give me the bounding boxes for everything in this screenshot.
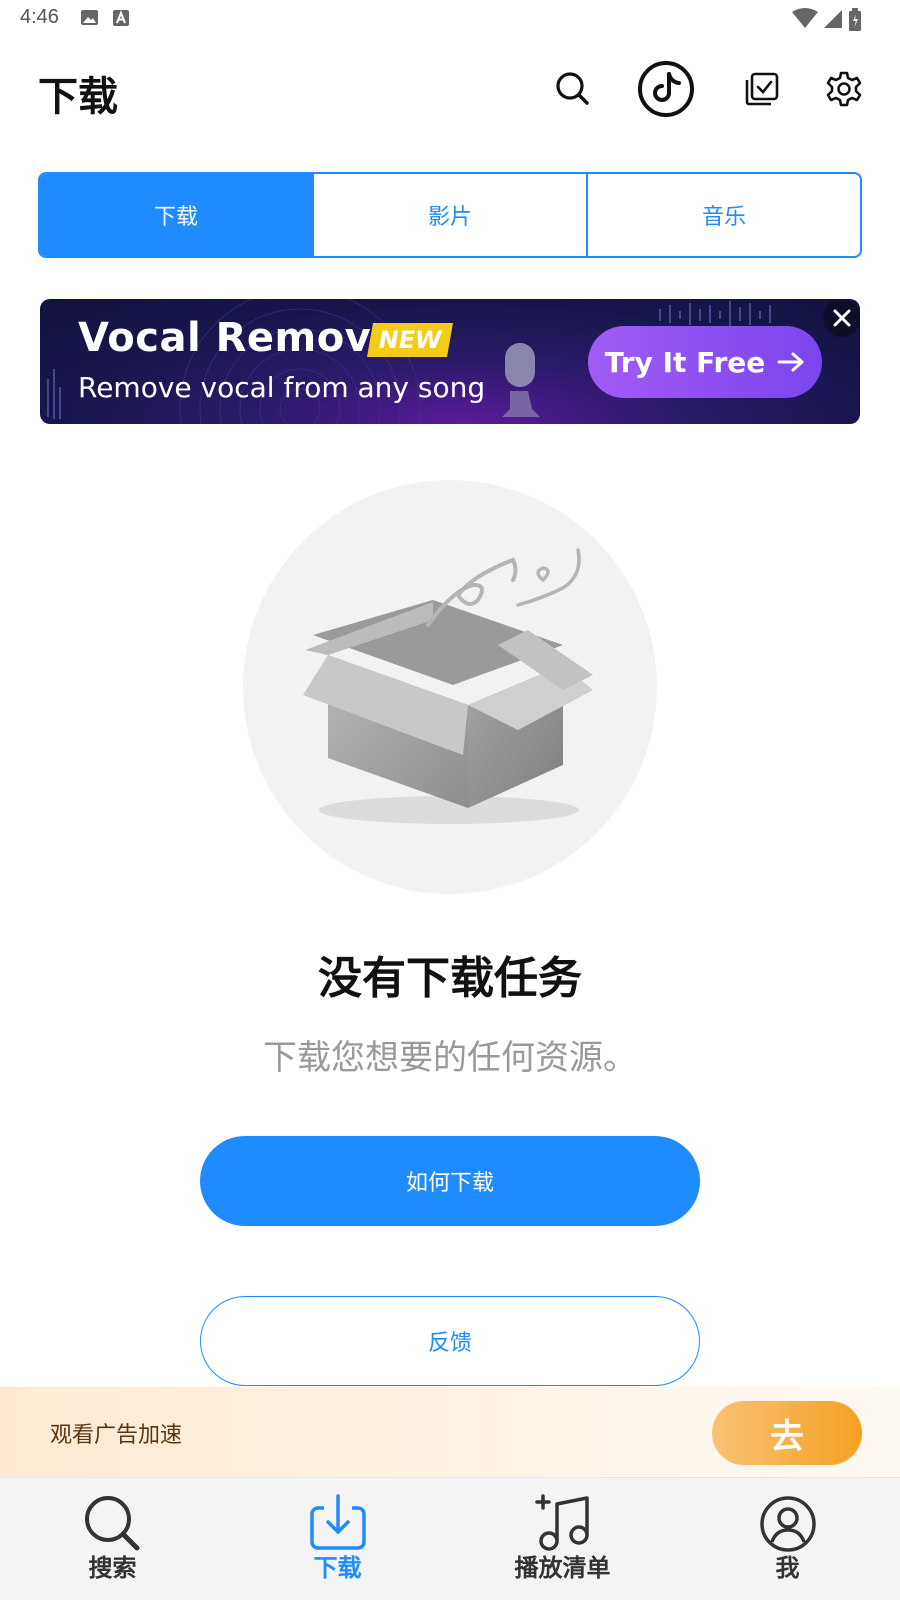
- wifi-icon: [792, 8, 818, 28]
- nav-me-label: 我: [775, 1554, 800, 1582]
- vocal-remover-banner[interactable]: Vocal Remover NEW Remove vocal from any …: [40, 299, 860, 424]
- image-notification-icon: [81, 10, 98, 25]
- multi-select-icon: [745, 72, 779, 106]
- empty-state-title: 没有下载任务: [318, 953, 582, 1004]
- nav-playlist[interactable]: 播放清单: [450, 1478, 675, 1600]
- try-it-free-button[interactable]: Try It Free: [588, 326, 822, 398]
- nav-search[interactable]: 搜索: [0, 1478, 225, 1600]
- profile-icon: [759, 1496, 816, 1552]
- empty-illustration: [243, 480, 657, 894]
- tiktok-button[interactable]: [637, 60, 695, 118]
- playlist-icon: [534, 1494, 589, 1551]
- tiktok-icon: [638, 61, 694, 117]
- close-icon: [833, 309, 851, 327]
- search-icon: [556, 72, 589, 105]
- multi-select-button[interactable]: [735, 62, 789, 116]
- banner-subtitle: Remove vocal from any song: [78, 371, 486, 404]
- nav-playlist-label: 播放清单: [514, 1554, 611, 1582]
- close-banner-button[interactable]: [823, 299, 860, 337]
- feedback-button[interactable]: 反馈: [200, 1296, 700, 1386]
- go-button[interactable]: 去: [712, 1401, 862, 1465]
- open-box-icon: [303, 548, 593, 824]
- signal-icon: [824, 10, 842, 28]
- settings-icon: [826, 71, 862, 107]
- status-time: 4:46: [20, 6, 59, 28]
- bottom-nav: 搜索 下载 播放清单 我: [0, 1477, 900, 1600]
- empty-state-subtitle: 下载您想要的任何资源。: [263, 1038, 637, 1078]
- download-icon: [309, 1494, 366, 1550]
- category-tabs: 下载 影片 音乐: [38, 172, 862, 258]
- page-title: 下载: [38, 74, 118, 120]
- tab-download[interactable]: 下载: [40, 174, 314, 256]
- search-icon: [84, 1496, 139, 1551]
- nav-download-label: 下载: [313, 1554, 362, 1582]
- nav-download[interactable]: 下载: [225, 1478, 450, 1600]
- new-badge: NEW: [367, 323, 453, 357]
- ad-speedup-text: 观看广告加速: [50, 1423, 183, 1448]
- nav-me[interactable]: 我: [675, 1478, 900, 1600]
- microphone-icon: [502, 343, 540, 417]
- arrow-right-icon: [777, 352, 804, 372]
- status-bar: 4:46: [0, 0, 900, 36]
- settings-button[interactable]: [817, 62, 871, 116]
- how-to-download-button[interactable]: 如何下载: [200, 1136, 700, 1226]
- nav-search-label: 搜索: [88, 1554, 137, 1582]
- search-button[interactable]: [546, 62, 600, 116]
- battery-icon: [849, 8, 861, 31]
- tab-videos[interactable]: 影片: [314, 174, 588, 256]
- try-it-free-label: Try It Free: [604, 345, 766, 379]
- tab-music[interactable]: 音乐: [588, 174, 860, 256]
- app-notification-icon: [113, 10, 129, 26]
- ad-speedup-bar: 观看广告加速 去: [0, 1387, 900, 1477]
